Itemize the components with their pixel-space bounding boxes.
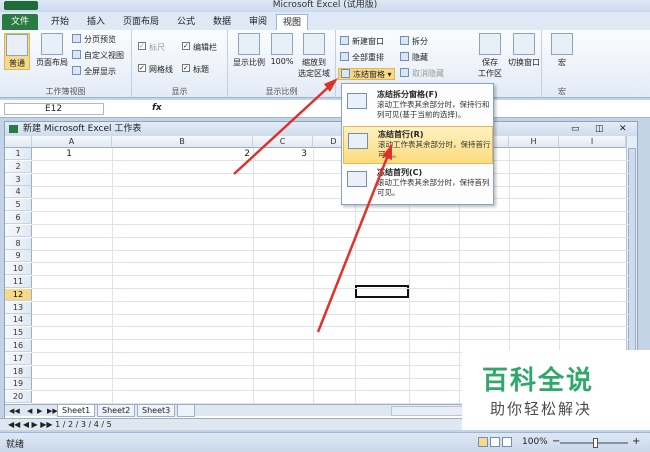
watermark-subtitle: 助你轻松解决 xyxy=(490,400,593,418)
page-break-icon[interactable] xyxy=(502,437,512,447)
arrow-head xyxy=(382,144,392,160)
view-buttons xyxy=(478,437,514,448)
normal-view-icon[interactable] xyxy=(478,437,488,447)
zoom-level[interactable]: 100% xyxy=(522,437,548,447)
watermark: 百科全说 助你轻松解决 xyxy=(462,350,650,430)
arrow-to-freeze-top-row xyxy=(316,149,392,333)
status-text: 就绪 xyxy=(6,440,25,450)
page-layout-icon[interactable] xyxy=(490,437,500,447)
zoom-slider-thumb[interactable] xyxy=(593,438,598,448)
zoom-in-icon[interactable]: + xyxy=(632,437,640,447)
arrow-to-freeze-button xyxy=(233,81,335,175)
status-bar: 就绪 100% − + xyxy=(0,432,650,452)
watermark-title: 百科全说 xyxy=(482,366,595,396)
